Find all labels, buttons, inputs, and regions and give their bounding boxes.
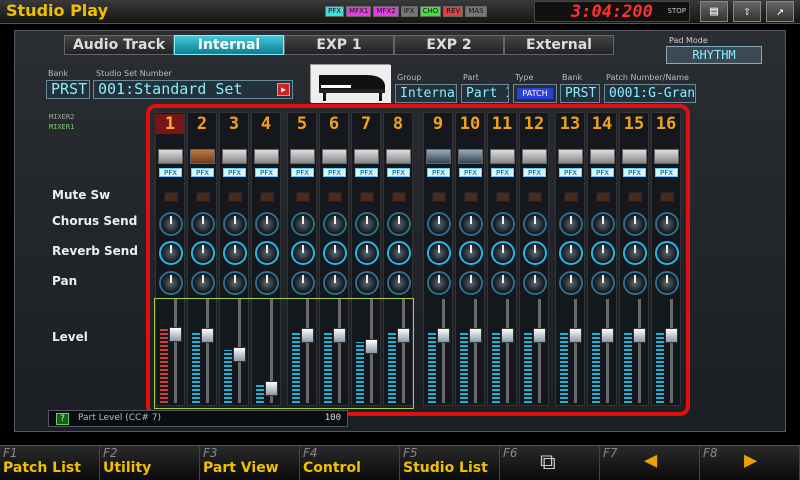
fx-cho-indicator[interactable]: CHO: [419, 6, 442, 17]
pad-mode-label: Pad Mode: [669, 36, 708, 45]
type-value: PATCH: [517, 88, 553, 99]
fkey-control-button[interactable]: F4 Control: [300, 446, 400, 480]
fkey-label: Utility: [103, 460, 152, 476]
chorus-send-label: Chorus Send: [52, 214, 138, 228]
fkey-number: F1: [3, 446, 18, 460]
fkey-number: F6: [503, 446, 518, 460]
exit-icon[interactable]: ↗: [766, 1, 794, 22]
patch-label: Patch Number/Name: [606, 73, 689, 82]
group-value[interactable]: Internal: [395, 84, 457, 103]
function-key-bar: F1 Patch List F2 Utility F3 Part View F4 Contro…: [0, 445, 800, 480]
tab-external[interactable]: External: [504, 35, 614, 55]
fkey-label: Control: [303, 460, 361, 476]
fkey-number: F2: [103, 446, 118, 460]
part-value[interactable]: Part 1: [461, 84, 509, 103]
tab-internal[interactable]: Internal: [174, 35, 284, 55]
fkey-label: Part View: [203, 460, 279, 476]
help-icon[interactable]: ?: [56, 413, 69, 425]
fkey-number: F3: [203, 446, 218, 460]
parameter-info-bar: ? Part Level (CC# 7) 100: [48, 410, 348, 427]
studio-set-value[interactable]: 001:Standard Set: [93, 80, 293, 99]
pad-mode[interactable]: Pad Mode RHYTHM: [666, 36, 762, 68]
bank-value[interactable]: PRST: [46, 80, 90, 99]
app-title: Studio Play: [6, 1, 109, 20]
level-label: Level: [52, 330, 88, 344]
fkey-number: F5: [403, 446, 418, 460]
fkey-label: Patch List: [3, 460, 81, 476]
parameter-name: Part Level (CC# 7): [78, 413, 161, 423]
up-arrow-icon[interactable]: ⇧: [733, 1, 761, 22]
effects-indicator-strip[interactable]: PFX MFX1 MFX2 IFX CHO REV MAS: [325, 6, 487, 17]
part-label: Part: [463, 73, 479, 82]
fkey-part-view-button[interactable]: F3 Part View: [200, 446, 300, 480]
fkey-previous-button[interactable]: F7 ◀: [600, 446, 700, 480]
group-label: Group: [397, 73, 422, 82]
patch-bank-label: Bank: [562, 73, 583, 82]
menu-icon[interactable]: ▤: [700, 1, 728, 22]
fkey-patch-list-button[interactable]: F1 Patch List: [0, 446, 100, 480]
patch-bank-value[interactable]: PRST: [560, 84, 600, 103]
tab-exp-2[interactable]: EXP 2: [394, 35, 504, 55]
transport-display: 3:04:200 STOP: [534, 1, 690, 22]
studio-set-list-icon[interactable]: ▶: [277, 83, 290, 96]
fkey-number: F7: [603, 446, 618, 460]
studio-set-label: Studio Set Number: [96, 69, 172, 78]
window-icon: ⧉: [540, 450, 556, 475]
next-arrow-icon: ▶: [744, 448, 758, 473]
fkey-number: F8: [703, 446, 718, 460]
parameter-value: 100: [324, 413, 341, 423]
fx-pfx-indicator[interactable]: PFX: [325, 6, 345, 17]
fkey-number: F4: [303, 446, 318, 460]
tab-audio-track[interactable]: Audio Track: [64, 35, 174, 55]
fx-ifx-indicator[interactable]: IFX: [400, 6, 418, 17]
fkey-label: Studio List: [403, 460, 488, 476]
fkey-window-button[interactable]: F6 ⧉: [500, 446, 600, 480]
pan-label: Pan: [52, 274, 78, 288]
fx-mas-indicator[interactable]: MAS: [465, 6, 487, 17]
fkey-utility-button[interactable]: F2 Utility: [100, 446, 200, 480]
mute-sw-label: Mute Sw: [52, 188, 111, 202]
patch-value[interactable]: 0001:G-Grand: [604, 84, 696, 103]
transport-state: STOP: [667, 7, 686, 15]
type-value-box[interactable]: PATCH: [513, 84, 557, 103]
tab-exp-1[interactable]: EXP 1: [284, 35, 394, 55]
previous-arrow-icon: ◀: [644, 448, 658, 473]
grand-piano-icon: [310, 64, 391, 103]
fx-mfx2-indicator[interactable]: MFX2: [373, 6, 399, 17]
mixer1-tab[interactable]: MIXER1: [49, 123, 74, 131]
title-bar: Studio Play PFX MFX1 MFX2 IFX CHO REV MAS 3:04…: [0, 0, 800, 24]
fkey-studio-list-button[interactable]: F5 Studio List: [400, 446, 500, 480]
pad-mode-value[interactable]: RHYTHM: [666, 46, 762, 64]
level-group-highlight: [154, 298, 414, 409]
fx-mfx1-indicator[interactable]: MFX1: [346, 6, 372, 17]
mixer2-tab[interactable]: MIXER2: [49, 113, 74, 121]
song-position-time: 3:04:200: [571, 2, 653, 22]
fx-rev-indicator[interactable]: REV: [443, 6, 464, 17]
reverb-send-label: Reverb Send: [52, 244, 138, 258]
type-label: Type: [515, 73, 534, 82]
bank-label: Bank: [48, 69, 69, 78]
tab-bar: Audio Track Internal EXP 1 EXP 2 External: [64, 35, 614, 55]
fkey-next-button[interactable]: F8 ▶: [700, 446, 800, 480]
